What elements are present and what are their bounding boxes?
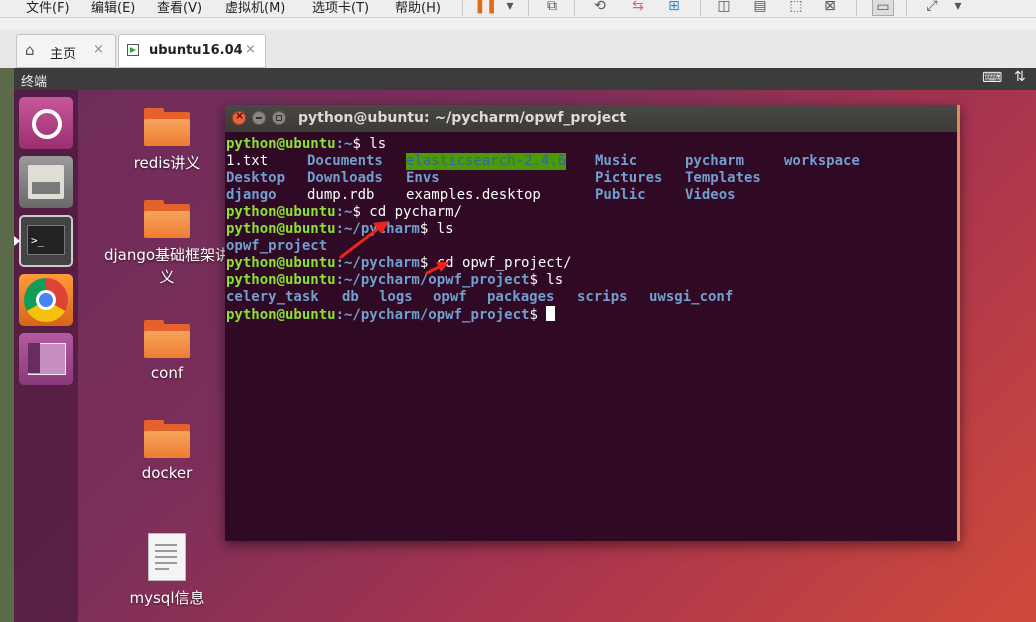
ls-entry: opwf_project bbox=[226, 238, 328, 254]
ls-entry: Desktop bbox=[226, 170, 286, 186]
ls-entry: Music bbox=[595, 153, 638, 169]
menu-edit[interactable]: 编辑(E) bbox=[91, 0, 135, 16]
desktop-icon-label: redis讲义 bbox=[133, 154, 201, 172]
folder-icon bbox=[144, 108, 190, 146]
fullscreen-icon[interactable]: ⬚ bbox=[786, 0, 806, 14]
desktop-file-mysql[interactable]: mysql信息 bbox=[117, 533, 217, 608]
active-indicator-icon bbox=[14, 236, 20, 246]
ls-entry: pycharm bbox=[685, 153, 745, 169]
ls-entry: celery_task bbox=[226, 289, 319, 305]
thumbnail-view-icon[interactable]: ▤ bbox=[750, 0, 770, 14]
ls-entry: django bbox=[226, 187, 277, 203]
folder-icon bbox=[144, 420, 190, 458]
terminal-line: python@ubuntu:~$ ls bbox=[226, 136, 387, 152]
ls-entry-highlighted: elasticsearch-2.4.6 bbox=[406, 153, 567, 170]
tab-bar: ⌂ 主页 × ubuntu16.04 × bbox=[0, 30, 1036, 68]
desktop-icon-label: docker bbox=[141, 464, 193, 482]
host-left-edge bbox=[0, 30, 14, 622]
terminal-title: python@ubuntu: ~/pycharm/opwf_project bbox=[298, 110, 627, 126]
ls-entry: 1.txt bbox=[226, 153, 269, 169]
unity-launcher: >_ bbox=[14, 90, 78, 622]
pause-icon[interactable]: ❚❚ bbox=[474, 0, 497, 14]
ls-entry: opwf bbox=[433, 289, 467, 305]
snapshot-manager-icon[interactable]: ⊞ bbox=[664, 0, 684, 14]
console-view-icon[interactable]: ▭ bbox=[872, 0, 894, 16]
chrome-icon[interactable] bbox=[19, 274, 73, 326]
desktop-icon-label: conf bbox=[150, 364, 184, 382]
desktop-folder-docker[interactable]: docker bbox=[117, 420, 217, 482]
terminal-line: python@ubuntu:~/pycharm/opwf_project$ ls bbox=[226, 272, 564, 288]
menu-help[interactable]: 帮助(H) bbox=[395, 0, 441, 16]
tab-home[interactable]: ⌂ 主页 × bbox=[16, 34, 116, 68]
tab-ubuntu-close-icon[interactable]: × bbox=[245, 42, 256, 57]
desktop-folder-redis[interactable]: redis讲义 bbox=[117, 108, 217, 173]
sort-arrows-icon[interactable]: ⇅ bbox=[1014, 69, 1026, 85]
terminal-titlebar[interactable]: × python@ubuntu: ~/pycharm/opwf_project bbox=[225, 105, 957, 132]
ls-entry: logs bbox=[379, 289, 413, 305]
terminal-window[interactable]: × python@ubuntu: ~/pycharm/opwf_project … bbox=[225, 105, 960, 541]
workspace-switcher-icon[interactable] bbox=[19, 333, 73, 385]
snapshot-icon[interactable]: ⟲ bbox=[590, 0, 610, 14]
ls-entry: Downloads bbox=[307, 170, 383, 186]
desktop-folder-django[interactable]: django基础框架讲义 bbox=[102, 200, 232, 288]
menu-view[interactable]: 查看(V) bbox=[157, 0, 202, 16]
ls-entry: Envs bbox=[406, 170, 440, 186]
ls-entry: Public bbox=[595, 187, 646, 203]
keyboard-icon[interactable]: ⌨ bbox=[982, 70, 1002, 86]
menu-tabs[interactable]: 选项卡(T) bbox=[312, 0, 369, 16]
sidebar-view-icon[interactable]: ◫ bbox=[714, 0, 734, 14]
ls-entry: Videos bbox=[685, 187, 736, 203]
ls-entry: uwsgi_conf bbox=[649, 289, 734, 305]
minimize-icon[interactable] bbox=[252, 111, 266, 125]
menu-vm[interactable]: 虚拟机(M) bbox=[225, 0, 285, 16]
ls-entry: dump.rdb bbox=[307, 187, 375, 203]
ls-entry: Templates bbox=[685, 170, 761, 186]
ubuntu-desktop: >_ redis讲义 django基础框架讲义 conf docker mysq… bbox=[14, 90, 1036, 622]
folder-icon bbox=[144, 200, 190, 238]
vm-running-icon bbox=[127, 44, 139, 56]
terminal-icon[interactable]: >_ bbox=[19, 215, 73, 267]
vm-header-title: 终端 bbox=[21, 75, 48, 90]
terminal-line: python@ubuntu:~/pycharm$ cd opwf_project… bbox=[226, 255, 572, 271]
menu-file[interactable]: 文件(F) bbox=[26, 0, 70, 16]
dropdown-arrow-icon[interactable]: ▾ bbox=[500, 0, 520, 14]
terminal-line: python@ubuntu:~$ cd pycharm/ bbox=[226, 204, 463, 220]
terminal-prompt-line[interactable]: python@ubuntu:~/pycharm/opwf_project$ bbox=[226, 306, 556, 323]
stretch-guest-icon[interactable]: ⤢ bbox=[922, 0, 942, 14]
ls-entry: db bbox=[342, 289, 359, 305]
ls-entry: scrips bbox=[577, 289, 628, 305]
tab-ubuntu-label: ubuntu16.04 bbox=[149, 43, 243, 58]
ls-entry: workspace bbox=[784, 153, 860, 169]
document-icon bbox=[148, 533, 186, 581]
home-icon: ⌂ bbox=[25, 41, 35, 59]
tab-ubuntu[interactable]: ubuntu16.04 × bbox=[118, 34, 266, 68]
unity-mode-icon[interactable]: ⊠ bbox=[820, 0, 840, 14]
terminal-cursor bbox=[546, 306, 556, 321]
ubuntu-dash-icon[interactable] bbox=[19, 97, 73, 149]
host-menubar: 文件(F) 编辑(E) 查看(V) 虚拟机(M) 选项卡(T) 帮助(H) ❚❚… bbox=[0, 0, 1036, 18]
desktop-folder-conf[interactable]: conf bbox=[117, 320, 217, 382]
desktop-icon-label: django基础框架讲义 bbox=[103, 246, 231, 286]
ls-entry: packages bbox=[487, 289, 555, 305]
tab-home-label: 主页 bbox=[50, 47, 77, 62]
vm-header: 终端 ⌨ ⇅ bbox=[14, 68, 1036, 90]
terminal-line: python@ubuntu:~/pycharm$ ls bbox=[226, 221, 454, 237]
folder-icon bbox=[144, 320, 190, 358]
send-keys-icon[interactable]: ⧉ bbox=[542, 0, 562, 14]
ls-entry: examples.desktop bbox=[406, 187, 541, 203]
ls-entry: Pictures bbox=[595, 170, 663, 186]
desktop-icon-label: mysql信息 bbox=[129, 589, 205, 607]
close-icon[interactable]: × bbox=[232, 109, 246, 125]
restore-snapshot-icon[interactable]: ⇆ bbox=[628, 0, 648, 14]
stretch-dropdown-icon[interactable]: ▾ bbox=[948, 0, 968, 14]
maximize-icon[interactable] bbox=[272, 111, 286, 125]
ls-entry: Documents bbox=[307, 153, 383, 169]
terminal-output[interactable]: python@ubuntu:~$ ls 1.txt Documents elas… bbox=[226, 136, 954, 536]
tab-home-close-icon[interactable]: × bbox=[93, 42, 104, 57]
file-manager-icon[interactable] bbox=[19, 156, 73, 208]
